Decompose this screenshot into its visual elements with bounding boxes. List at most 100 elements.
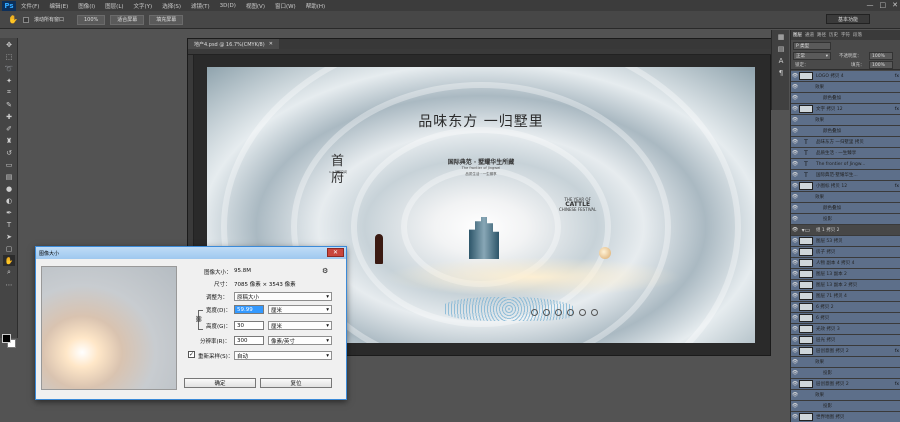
link-icon[interactable]: ⛓ [195,316,203,323]
tab-history[interactable]: 历史 [829,32,838,38]
layer-row[interactable]: 👁 小图标 拷贝 12 fx [791,181,900,192]
shape-tool-icon[interactable]: ▢ [3,243,15,254]
eye-icon[interactable]: 👁 [791,392,799,398]
eye-icon[interactable]: 👁 [791,260,799,266]
dodge-tool-icon[interactable]: ◐ [3,195,15,206]
eye-icon[interactable]: 👁 [791,227,799,233]
menu-file[interactable]: 文件(F) [16,2,44,10]
eye-icon[interactable]: 👁 [791,304,799,310]
eye-icon[interactable]: 👁 [791,315,799,321]
layer-row[interactable]: 👁 世界地图 拷贝 [791,412,900,422]
layer-filter-select[interactable]: P 类型 [793,42,831,50]
layer-row[interactable]: 👁 T 国际典范·墅耀华生... [791,170,900,181]
fx-icon[interactable]: fx [895,382,899,387]
eye-icon[interactable]: 👁 [791,403,799,409]
properties-panel-icon[interactable]: ▤ [775,43,787,54]
layer-row[interactable]: 👁 ▾▭ 组 1 拷贝 2 [791,225,900,236]
menu-layer[interactable]: 图层(L) [100,2,128,10]
character-panel-icon[interactable]: A [775,55,787,66]
layer-row[interactable]: 👁 人物 副本 4 拷贝 4 [791,258,900,269]
eye-icon[interactable]: 👁 [791,337,799,343]
magic-wand-tool-icon[interactable]: ✦ [3,75,15,86]
menu-type[interactable]: 文字(Y) [129,2,158,10]
layer-row[interactable]: 👁 效果 [791,82,900,93]
width-unit-select[interactable]: 厘米 ▾ [268,305,332,314]
width-input[interactable]: 59.99 [234,305,264,314]
zoom-100-button[interactable]: 100% [76,14,106,25]
layer-row[interactable]: 👁 6 拷贝 [791,313,900,324]
eye-icon[interactable]: 👁 [791,271,799,277]
eye-icon[interactable]: 👁 [791,282,799,288]
eye-icon[interactable]: 👁 [791,359,799,365]
layer-row[interactable]: 👁 图层 53 拷贝 [791,236,900,247]
layer-row[interactable]: 👁 投影 [791,401,900,412]
layer-row[interactable]: 👁 层创意图 拷贝 2 fx [791,346,900,357]
eye-icon[interactable]: 👁 [791,117,799,123]
fx-icon[interactable]: fx [895,107,899,112]
eye-icon[interactable]: 👁 [791,73,799,79]
tab-layers[interactable]: 图层 [793,32,802,38]
eye-icon[interactable]: 👁 [791,106,799,112]
fx-icon[interactable]: fx [895,184,899,189]
menu-image[interactable]: 图像(I) [73,2,100,10]
eraser-tool-icon[interactable]: ▭ [3,159,15,170]
healing-brush-tool-icon[interactable]: ✚ [3,111,15,122]
layer-row[interactable]: 👁 层光 拷贝 [791,335,900,346]
layer-row[interactable]: 👁 光效 拷贝 3 [791,324,900,335]
move-tool-icon[interactable]: ✥ [3,39,15,50]
dialog-title-bar[interactable]: 图像大小 [36,247,346,259]
eye-icon[interactable]: 👁 [791,161,799,167]
eye-icon[interactable]: 👁 [791,293,799,299]
history-panel-icon[interactable]: ▦ [775,31,787,42]
eye-icon[interactable]: 👁 [791,128,799,134]
layer-row[interactable]: 👁 T The frontier of Jingw... [791,159,900,170]
eye-icon[interactable]: 👁 [791,238,799,244]
height-input[interactable]: 30 [234,321,264,330]
menu-window[interactable]: 窗口(W) [270,2,301,10]
history-brush-tool-icon[interactable]: ↺ [3,147,15,158]
tab-paths[interactable]: 路径 [817,32,826,38]
layer-row[interactable]: 👁 T 品味东方 一归墅里 拷贝 [791,137,900,148]
menu-3d[interactable]: 3D(D) [215,3,241,9]
pen-tool-icon[interactable]: ✒ [3,207,15,218]
eye-icon[interactable]: 👁 [791,172,799,178]
eye-icon[interactable]: 👁 [791,348,799,354]
layer-row[interactable]: 👁 房子 拷贝 [791,247,900,258]
eye-icon[interactable]: 👁 [791,194,799,200]
tab-paragraph[interactable]: 段落 [853,32,862,38]
type-tool-icon[interactable]: T [3,219,15,230]
layer-row[interactable]: 👁 投影 [791,368,900,379]
menu-help[interactable]: 帮助(H) [301,2,330,10]
close-icon[interactable]: ✕ [269,41,273,47]
minimize-button[interactable]: — [867,1,874,9]
zoom-tool-icon[interactable]: ⌕ [3,267,15,278]
dialog-close-button[interactable]: ✕ [327,248,344,257]
ok-button[interactable]: 确定 [184,378,256,388]
lasso-tool-icon[interactable]: ➰ [3,63,15,74]
more-tools-icon[interactable]: ⋯ [3,279,15,290]
crop-tool-icon[interactable]: ⌗ [3,87,15,98]
paragraph-panel-icon[interactable]: ¶ [775,67,787,78]
eye-icon[interactable]: 👁 [791,249,799,255]
layer-row[interactable]: 👁 LOGO 拷贝 4 fx [791,71,900,82]
layer-row[interactable]: 👁 T 品质生活 · 一生臻享 [791,148,900,159]
eye-icon[interactable]: 👁 [791,205,799,211]
foreground-color-swatch[interactable] [2,334,11,343]
scroll-all-windows-checkbox[interactable] [22,16,29,23]
menu-view[interactable]: 视图(V) [241,2,270,10]
image-preview[interactable] [41,266,177,390]
opacity-input[interactable]: 100% [869,52,893,60]
layer-row[interactable]: 👁 效果 [791,357,900,368]
resolution-input[interactable]: 300 [234,336,264,345]
resample-select[interactable]: 自动 ▾ [234,351,332,360]
marquee-tool-icon[interactable]: ⬚ [3,51,15,62]
eye-icon[interactable]: 👁 [791,370,799,376]
eye-icon[interactable]: 👁 [791,150,799,156]
eye-icon[interactable]: 👁 [791,84,799,90]
clone-stamp-tool-icon[interactable]: ♜ [3,135,15,146]
tab-character[interactable]: 字符 [841,32,850,38]
layer-row[interactable]: 👁 层创意图 拷贝 2 fx [791,379,900,390]
fill-input[interactable]: 100% [869,61,893,69]
eye-icon[interactable]: 👁 [791,216,799,222]
gear-icon[interactable]: ⚙ [322,267,328,275]
